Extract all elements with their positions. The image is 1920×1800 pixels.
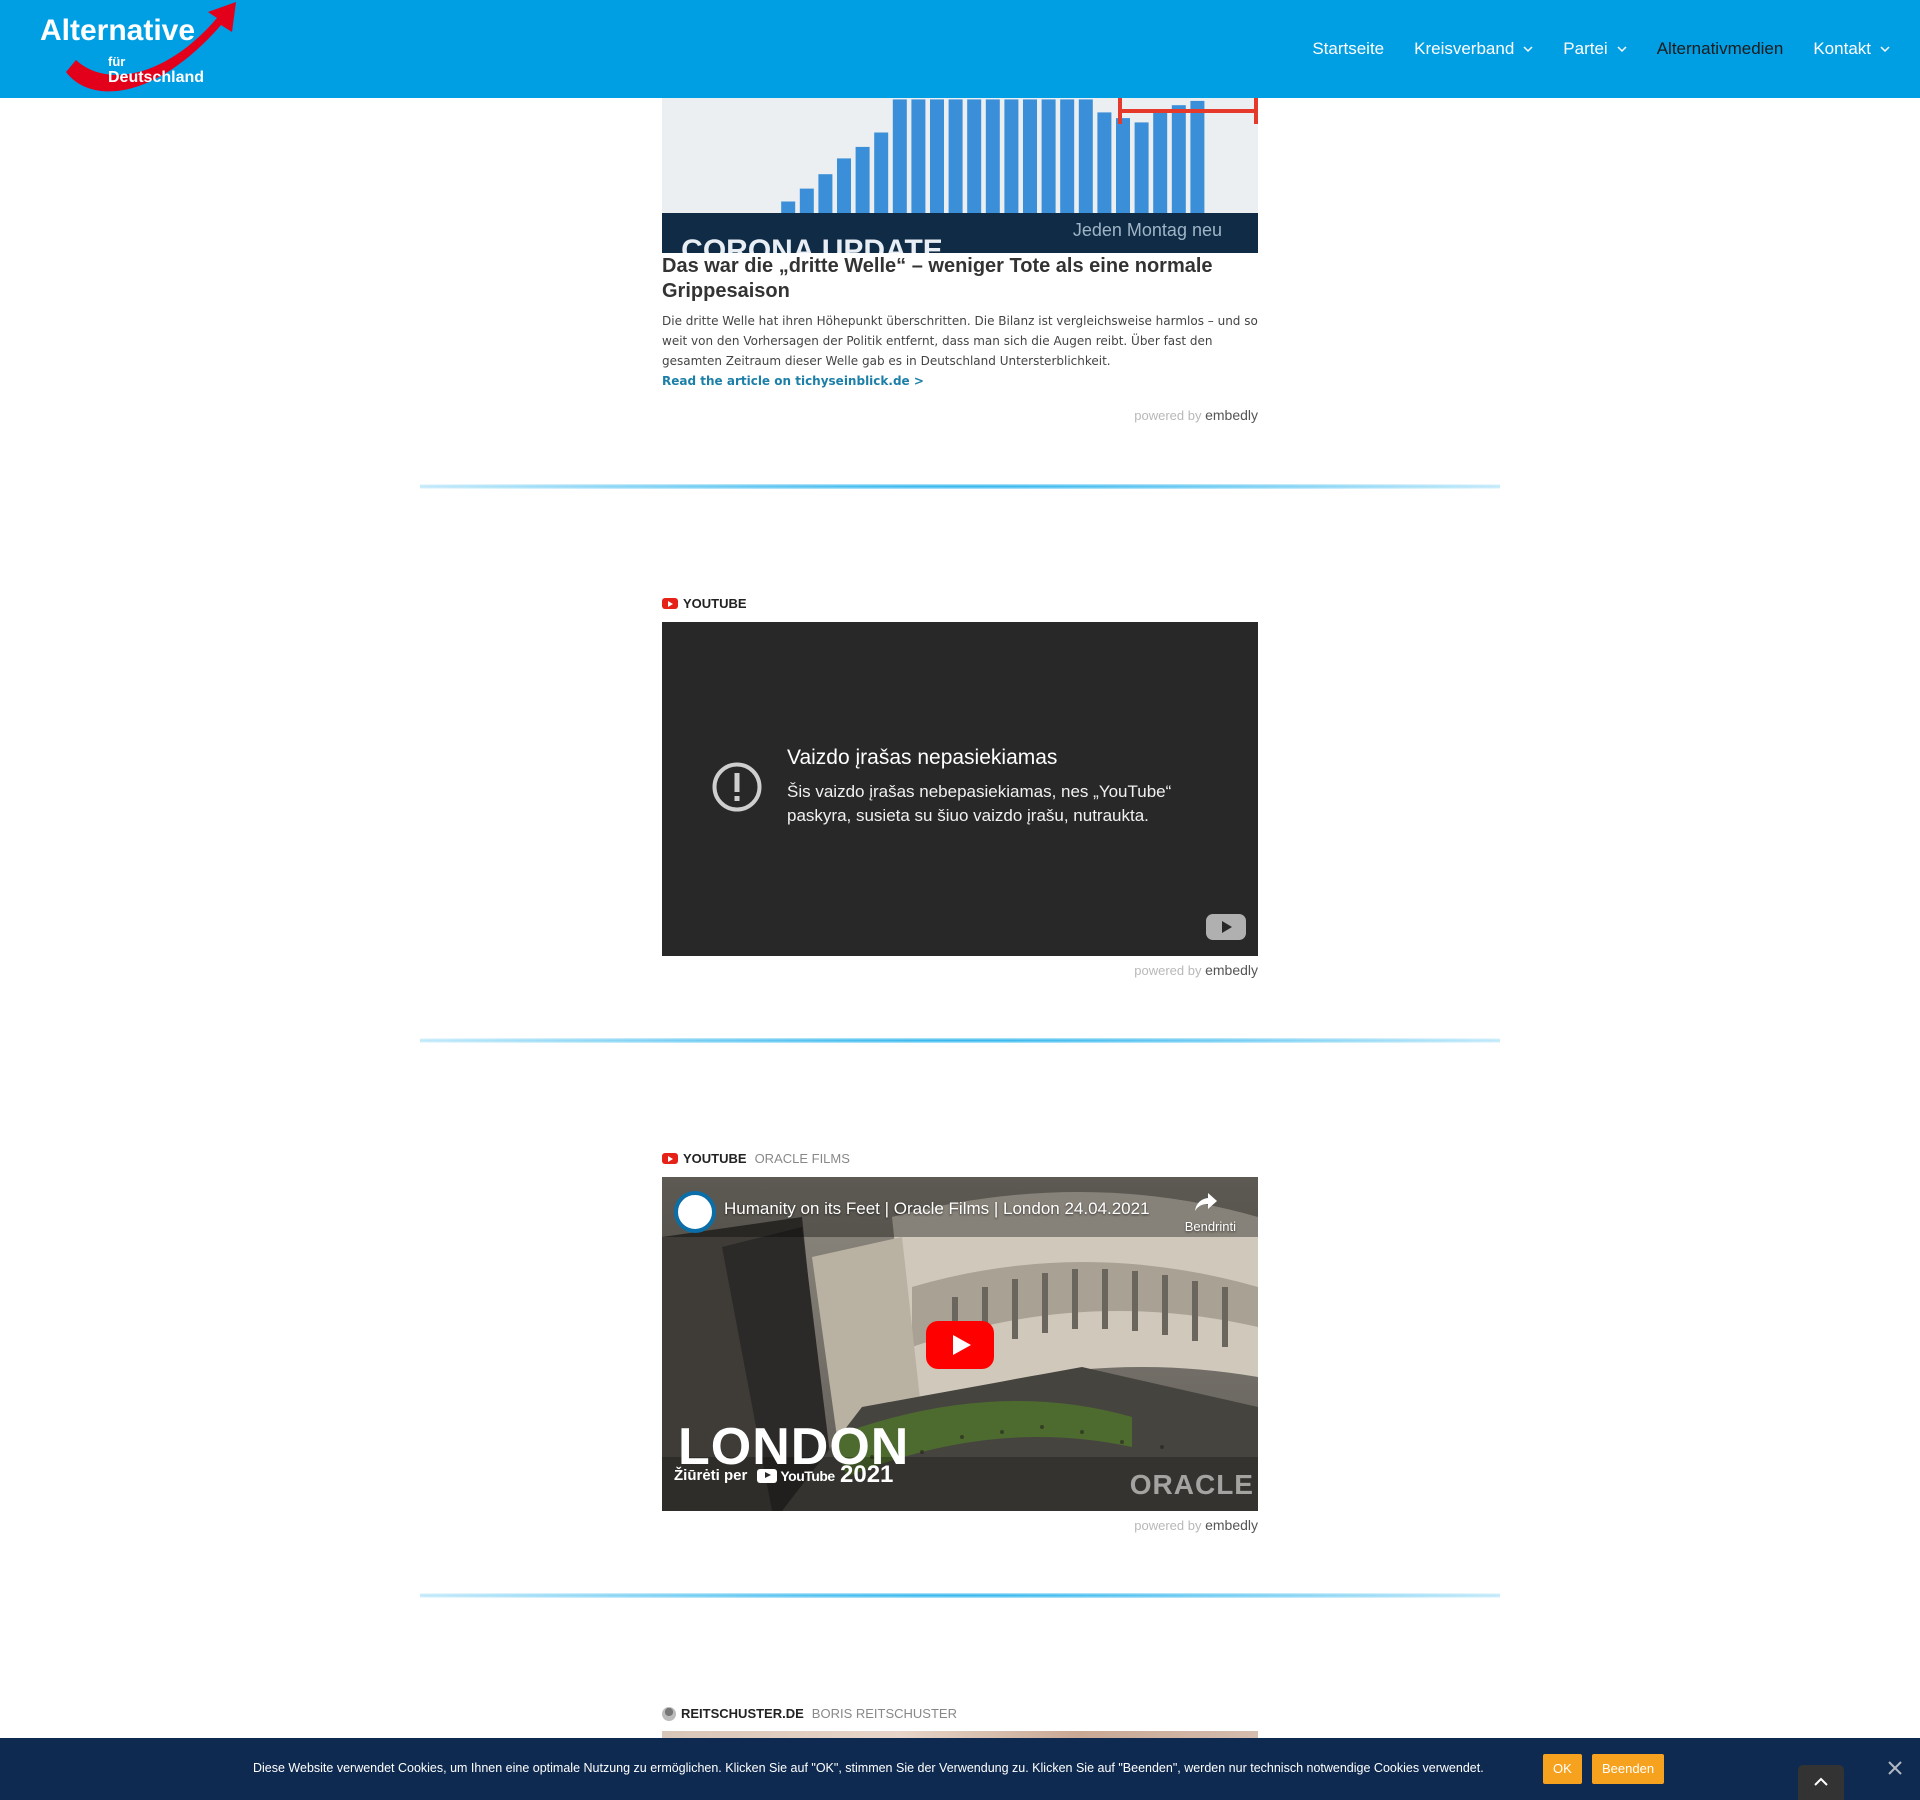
thumb-marker-line [1118, 109, 1258, 113]
section-divider [420, 1038, 1500, 1043]
share-label[interactable]: Bendrinti [1185, 1219, 1236, 1234]
nav-item-label: Kreisverband [1414, 39, 1515, 58]
nav-item-label: Kontakt [1813, 39, 1871, 58]
article-description: Die dritte Welle hat ihren Höhepunkt übe… [662, 314, 1258, 368]
chevron-up-icon [1814, 1777, 1828, 1786]
nav-item-alternativmedien[interactable]: Alternativmedien [1657, 39, 1784, 59]
play-button[interactable] [926, 1321, 994, 1369]
provider-youtube[interactable]: YouTube Oracle Films [662, 1151, 850, 1166]
site-header: Alternative für Deutschland Startseite Kr… [0, 0, 1920, 98]
provider-reitschuster[interactable]: reitschuster.de Boris Reitschuster [662, 1706, 957, 1721]
powered-by-prefix: powered by [1134, 1518, 1202, 1533]
thumb-bar [948, 99, 963, 213]
nav-item-label: Startseite [1312, 39, 1385, 58]
article-title[interactable]: Das war die „dritte Welle“ – weniger Tot… [662, 254, 1258, 304]
video-player-unavailable[interactable]: Vaizdo įrašas nepasiekiamas Šis vaizdo į… [662, 622, 1258, 956]
scroll-to-top-button[interactable] [1798, 1765, 1844, 1800]
nav-item-kontakt[interactable]: Kontakt [1813, 39, 1890, 59]
video-title[interactable]: Humanity on its Feet | Oracle Films | Lo… [724, 1199, 1150, 1219]
thumb-bar [1171, 105, 1186, 213]
powered-by-embedly[interactable]: powered by embedly [1058, 962, 1258, 978]
reitschuster-avatar-icon [662, 1706, 676, 1721]
thumb-bar [985, 99, 1000, 213]
cookie-notice: Diese Website verwendet Cookies, um Ihne… [0, 1738, 1920, 1800]
thumbnail-chart: Jeden Montag neu CORONA UPDATE [662, 98, 1258, 253]
provider-author[interactable]: Boris Reitschuster [812, 1706, 957, 1721]
close-icon[interactable] [1886, 1759, 1904, 1777]
article-thumbnail[interactable]: Jeden Montag neu CORONA UPDATE [662, 98, 1258, 253]
youtube-icon [662, 1153, 678, 1164]
thumb-bar [892, 99, 907, 213]
youtube-icon [757, 1468, 778, 1483]
cookie-decline-button[interactable]: Beenden [1592, 1754, 1665, 1784]
logo-text-1: Alternative [40, 14, 195, 47]
chevron-down-icon [1617, 46, 1627, 53]
thumb-caption-2: CORONA UPDATE [681, 234, 943, 253]
thumb-bar [1097, 112, 1112, 213]
watch-on-youtube[interactable]: Žiūrėti per YouTube [674, 1467, 835, 1484]
thumb-bar [1134, 122, 1149, 213]
video-player[interactable]: Humanity on its Feet | Oracle Films | Lo… [662, 1177, 1258, 1511]
nav-item-startseite[interactable]: Startseite [1312, 39, 1384, 59]
thumb-bar [1060, 99, 1075, 213]
powered-by-embedly[interactable]: powered by embedly [1058, 407, 1258, 423]
channel-avatar[interactable] [674, 1191, 716, 1233]
youtube-icon [662, 598, 678, 609]
thumb-bar [874, 132, 889, 213]
powered-by-prefix: powered by [1134, 408, 1202, 423]
article-source-link[interactable]: Read the article on tichyseinblick.de > [662, 374, 924, 388]
nav-item-partei[interactable]: Partei [1563, 39, 1627, 59]
cookie-ok-button[interactable]: OK [1543, 1754, 1582, 1784]
thumb-bar [781, 201, 796, 213]
thumb-bar [1116, 118, 1130, 213]
thumb-bar [1078, 99, 1093, 213]
unavailable-message: Šis vaizdo įrašas nebepasiekiamas, nes „… [787, 782, 1172, 825]
thumb-bar [1153, 112, 1168, 213]
logo-text-2: für [108, 54, 125, 69]
nav-item-label: Alternativmedien [1656, 39, 1784, 58]
embedly-brand: embedly [1205, 1517, 1258, 1533]
thumb-bar [855, 146, 870, 213]
thumb-bar [911, 99, 926, 213]
embedly-brand: embedly [1205, 407, 1258, 423]
provider-youtube[interactable]: YouTube [662, 596, 747, 611]
oracle-watermark: ORACLE [1129, 1469, 1254, 1500]
share-icon[interactable] [1194, 1191, 1218, 1213]
main-nav: Startseite Kreisverband Partei Alternativme… [1282, 0, 1890, 98]
warning-icon [712, 762, 762, 812]
section-divider [420, 1593, 1500, 1598]
youtube-wordmark: YouTube [757, 1467, 835, 1484]
afd-logo[interactable]: Alternative für Deutschland [36, 0, 241, 98]
cookie-text: Diese Website verwendet Cookies, um Ihne… [253, 1761, 1484, 1775]
watch-on-label: Žiūrėti per [674, 1467, 748, 1484]
section-divider [420, 484, 1500, 489]
embedly-brand: embedly [1205, 962, 1258, 978]
thumb-bar [799, 188, 814, 213]
thumb-bar [967, 99, 982, 213]
thumb-caption: Jeden Montag neu [1073, 220, 1222, 240]
provider-name: YouTube [683, 596, 747, 611]
thumb-bar [930, 99, 944, 213]
provider-author[interactable]: Oracle Films [755, 1151, 850, 1166]
provider-name: YouTube [683, 1151, 747, 1166]
logo-text-3: Deutschland [108, 69, 204, 86]
youtube-logo-icon[interactable] [1206, 914, 1246, 940]
nav-item-label: Partei [1563, 39, 1608, 58]
provider-name: reitschuster.de [681, 1706, 804, 1721]
unavailable-title: Vaizdo įrašas nepasiekiamas [787, 746, 1058, 769]
chevron-down-icon [1523, 46, 1533, 53]
chevron-down-icon [1880, 46, 1890, 53]
powered-by-prefix: powered by [1134, 963, 1202, 978]
thumb-bar [1023, 99, 1037, 213]
thumb-bar [818, 174, 833, 213]
youtube-wordmark-text: YouTube [780, 1467, 835, 1484]
nav-item-kreisverband[interactable]: Kreisverband [1414, 39, 1533, 59]
thumb-bar [1190, 100, 1205, 213]
powered-by-embedly[interactable]: powered by embedly [1058, 1517, 1258, 1533]
thumb-bar [1004, 99, 1019, 213]
overlay-year-text: 2021 [840, 1461, 894, 1488]
thumb-bar [1041, 99, 1056, 213]
thumb-bar [837, 158, 851, 213]
